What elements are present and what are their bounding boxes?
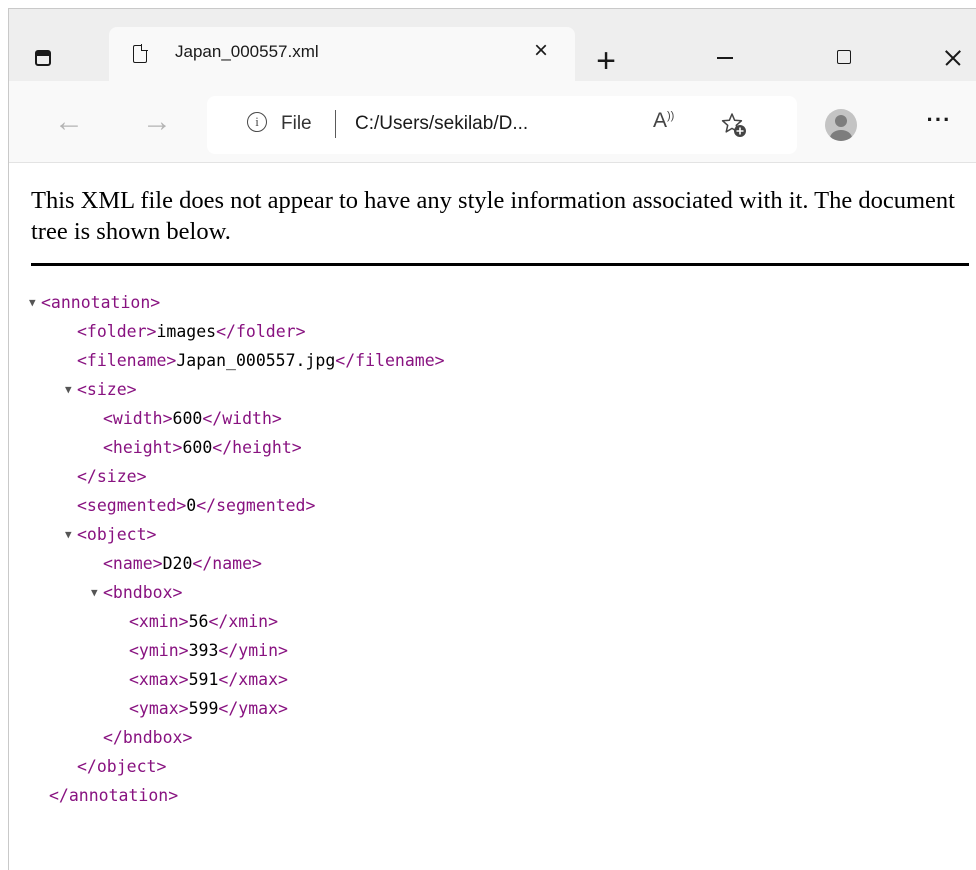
xml-line-filename: <filename>Japan_000557.jpg</filename> bbox=[77, 347, 445, 375]
xml-line-height: <height>600</height> bbox=[103, 434, 302, 462]
maximize-button[interactable] bbox=[819, 43, 871, 73]
tag-ymax-close: </ymax> bbox=[218, 699, 288, 718]
scheme-label: File bbox=[281, 113, 312, 134]
tag-object-close: </object> bbox=[77, 757, 167, 776]
page-icon bbox=[133, 44, 148, 63]
tag-annotation-open: <annotation> bbox=[41, 293, 161, 312]
back-button[interactable]: ← bbox=[49, 107, 89, 141]
tag-ymax-open: <ymax> bbox=[129, 699, 189, 718]
tag-segmented-open: <segmented> bbox=[77, 496, 187, 515]
xml-line-object-open: <object> bbox=[77, 521, 156, 549]
xml-line-size-open: <size> bbox=[77, 376, 137, 404]
message-divider bbox=[31, 263, 969, 266]
xmin-value: 56 bbox=[188, 612, 209, 631]
profile-avatar[interactable] bbox=[825, 109, 857, 141]
tag-size-close: </size> bbox=[77, 467, 147, 486]
browser-window: Japan_000557.xml × + ← → i File C:/Users… bbox=[8, 8, 976, 870]
xml-line-size-close: </size> bbox=[77, 463, 147, 491]
tag-height-open: <height> bbox=[103, 438, 183, 457]
segmented-value: 0 bbox=[186, 496, 197, 515]
tag-xmax-open: <xmax> bbox=[129, 670, 189, 689]
url-text[interactable]: C:/Users/sekilab/D... bbox=[355, 113, 528, 135]
xml-line-xmax: <xmax>591</xmax> bbox=[129, 666, 288, 694]
tag-name-close: </name> bbox=[192, 554, 262, 573]
tab-bar: Japan_000557.xml × + bbox=[9, 9, 976, 81]
tab-active[interactable]: Japan_000557.xml × bbox=[109, 27, 575, 81]
xml-line-segmented: <segmented>0</segmented> bbox=[77, 492, 315, 520]
read-aloud-glyph: A bbox=[653, 109, 668, 132]
tag-height-close: </height> bbox=[212, 438, 302, 457]
ymax-value: 599 bbox=[188, 699, 219, 718]
tab-title: Japan_000557.xml bbox=[175, 42, 319, 61]
annotation-toggle-icon[interactable]: ▼ bbox=[29, 289, 36, 317]
tag-segmented-close: </segmented> bbox=[196, 496, 316, 515]
tag-bndbox-open: <bndbox> bbox=[103, 583, 183, 602]
no-style-message: This XML file does not appear to have an… bbox=[31, 187, 955, 245]
add-favorite-icon[interactable] bbox=[721, 112, 747, 138]
tag-folder-close: </folder> bbox=[216, 322, 306, 341]
xml-line-name: <name>D20</name> bbox=[103, 550, 262, 578]
forward-button[interactable]: → bbox=[137, 107, 177, 141]
tag-ymin-close: </ymin> bbox=[218, 641, 288, 660]
xml-line-ymax: <ymax>599</ymax> bbox=[129, 695, 288, 723]
tag-object-open: <object> bbox=[77, 525, 157, 544]
tag-width-close: </width> bbox=[202, 409, 282, 428]
tag-folder-open: <folder> bbox=[77, 322, 157, 341]
xml-line-bndbox-open: <bndbox> bbox=[103, 579, 182, 607]
xml-line-annotation-open: <annotation> bbox=[41, 289, 160, 317]
ymin-value: 393 bbox=[188, 641, 219, 660]
toolbar: ← → i File C:/Users/sekilab/D... A)) ··· bbox=[9, 81, 976, 163]
object-toggle-icon[interactable]: ▼ bbox=[65, 521, 72, 549]
filename-value: Japan_000557.jpg bbox=[176, 351, 336, 370]
tag-filename-close: </filename> bbox=[335, 351, 445, 370]
bndbox-toggle-icon[interactable]: ▼ bbox=[91, 579, 98, 607]
height-value: 600 bbox=[182, 438, 213, 457]
address-separator bbox=[335, 110, 336, 138]
xml-line-width: <width>600</width> bbox=[103, 405, 282, 433]
address-bar[interactable]: i File C:/Users/sekilab/D... A)) bbox=[207, 96, 797, 154]
xml-line-annotation-close: </annotation> bbox=[49, 782, 178, 810]
more-menu-button[interactable]: ··· bbox=[919, 105, 959, 135]
tag-bndbox-close: </bndbox> bbox=[103, 728, 193, 747]
tag-filename-open: <filename> bbox=[77, 351, 177, 370]
tag-xmax-close: </xmax> bbox=[218, 670, 288, 689]
xml-line-folder: <folder>images</folder> bbox=[77, 318, 306, 346]
tab-actions-icon[interactable] bbox=[31, 47, 57, 73]
minimize-button[interactable] bbox=[699, 43, 751, 73]
tag-size-open: <size> bbox=[77, 380, 137, 399]
xml-line-bndbox-close: </bndbox> bbox=[103, 724, 192, 752]
size-toggle-icon[interactable]: ▼ bbox=[65, 376, 72, 404]
close-window-button[interactable] bbox=[929, 43, 976, 73]
read-aloud-icon[interactable]: A)) bbox=[653, 109, 674, 133]
width-value: 600 bbox=[172, 409, 203, 428]
xml-line-object-close: </object> bbox=[77, 753, 166, 781]
tag-xmin-close: </xmin> bbox=[208, 612, 279, 631]
xml-line-xmin: <xmin>56</xmin> bbox=[129, 608, 278, 636]
folder-value: images bbox=[156, 322, 217, 341]
name-value: D20 bbox=[162, 554, 193, 573]
info-icon[interactable]: i bbox=[247, 112, 267, 132]
new-tab-button[interactable]: + bbox=[586, 41, 626, 81]
tag-width-open: <width> bbox=[103, 409, 173, 428]
read-aloud-sup: )) bbox=[667, 110, 675, 122]
tag-ymin-open: <ymin> bbox=[129, 641, 189, 660]
close-tab-button[interactable]: × bbox=[526, 36, 556, 66]
tag-xmin-open: <xmin> bbox=[129, 612, 189, 631]
tag-annotation-close: </annotation> bbox=[49, 786, 179, 805]
xmax-value: 591 bbox=[188, 670, 219, 689]
tag-name-open: <name> bbox=[103, 554, 163, 573]
xml-line-ymin: <ymin>393</ymin> bbox=[129, 637, 288, 665]
